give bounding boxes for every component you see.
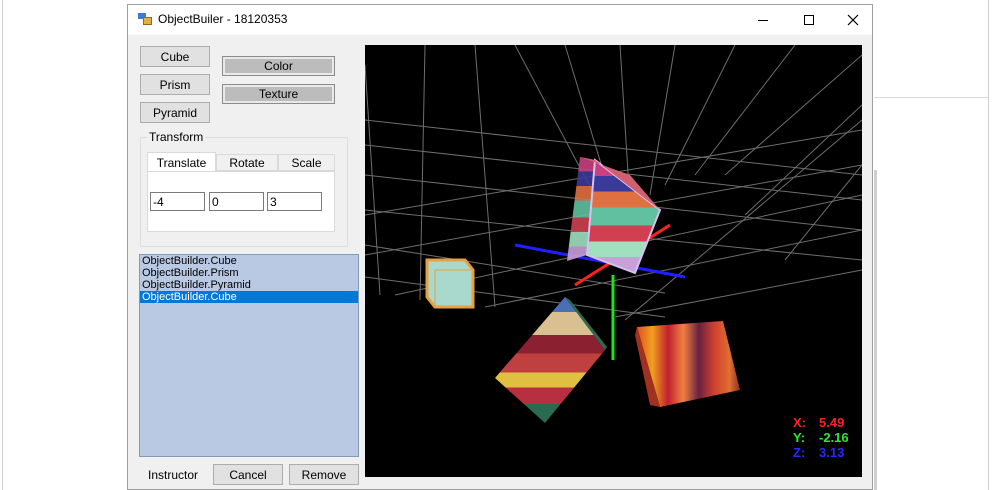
instructor-label: Instructor [148, 468, 199, 482]
translate-panel [147, 171, 335, 232]
pyramid-button[interactable]: Pyramid [140, 102, 210, 123]
list-item[interactable]: ObjectBuilder.Prism [140, 267, 358, 279]
cancel-button[interactable]: Cancel [213, 464, 283, 485]
coord-x-value: 5.49 [819, 415, 845, 430]
divider [874, 97, 988, 98]
title-bar: ObjectBuiler - 18120353 [128, 5, 872, 35]
background-border [2, 0, 3, 490]
background-border [988, 0, 989, 490]
maximize-button[interactable] [786, 5, 832, 35]
maximize-icon [804, 15, 814, 25]
translate-y-input[interactable] [209, 192, 264, 211]
object-listbox[interactable]: ObjectBuilder.Cube ObjectBuilder.Prism O… [139, 254, 359, 457]
transform-tabs: Translate Rotate Scale [147, 152, 335, 232]
coord-x-label: X: [793, 415, 806, 430]
app-icon [138, 13, 152, 26]
tab-rotate[interactable]: Rotate [216, 154, 278, 171]
coord-y-value: -2.16 [819, 430, 849, 445]
background-scrollbar [874, 170, 877, 490]
close-icon [847, 14, 859, 26]
scene-canvas [365, 45, 862, 423]
minimize-icon [758, 20, 768, 21]
background-app-panel [874, 0, 988, 490]
tilted-cube [495, 297, 607, 423]
minimize-button[interactable] [740, 5, 786, 35]
small-cube [425, 258, 475, 309]
translate-z-input[interactable] [267, 192, 322, 211]
coord-z-label: Z: [793, 445, 806, 460]
3d-viewport[interactable]: X: 5.49 Y: -2.16 Z: 3.13 [365, 45, 862, 477]
window-title: ObjectBuiler - 18120353 [158, 12, 288, 26]
texture-button[interactable]: Texture [222, 84, 335, 104]
remove-button[interactable]: Remove [289, 464, 359, 485]
translate-x-input[interactable] [150, 192, 205, 211]
coord-y-label: Y: [793, 430, 806, 445]
transform-title: Transform [147, 130, 206, 144]
coord-z-value: 3.13 [819, 445, 845, 460]
list-item[interactable]: ObjectBuilder.Cube [140, 255, 358, 267]
transform-groupbox: Transform Translate Rotate Scale [140, 130, 348, 247]
object-builder-window: ObjectBuiler - 18120353 Cube Prism Pyram… [127, 4, 873, 490]
color-button[interactable]: Color [222, 56, 335, 76]
close-button[interactable] [830, 5, 876, 35]
cube-button[interactable]: Cube [140, 46, 210, 67]
textured-cube [635, 321, 740, 407]
tab-scale[interactable]: Scale [278, 154, 335, 171]
selected-cube [567, 157, 662, 275]
list-item-selected[interactable]: ObjectBuilder.Cube [140, 291, 358, 303]
tab-translate[interactable]: Translate [147, 152, 216, 172]
list-item[interactable]: ObjectBuilder.Pyramid [140, 279, 358, 291]
prism-button[interactable]: Prism [140, 74, 210, 95]
